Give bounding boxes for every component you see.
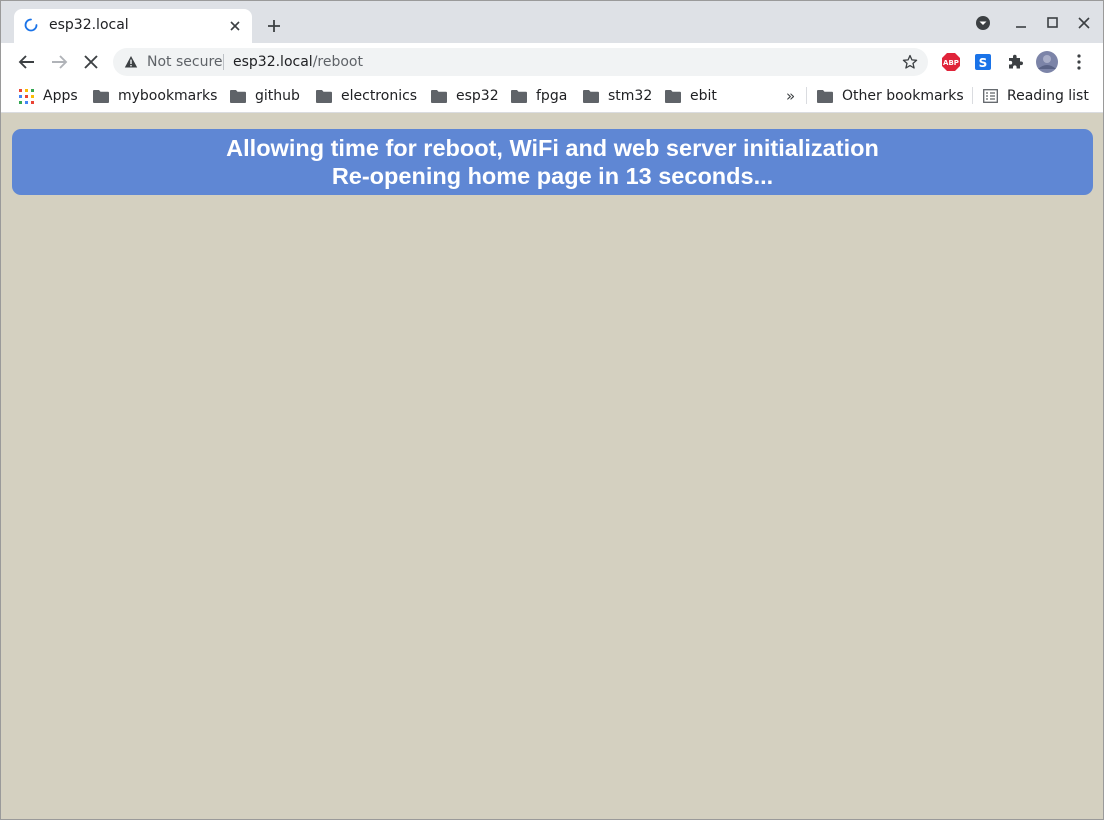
loading-spinner-icon [24, 18, 38, 32]
folder-icon [230, 89, 246, 103]
bookmark-label: mybookmarks [118, 88, 218, 104]
back-icon[interactable] [16, 51, 38, 73]
address-bar[interactable]: Not secure esp32.local/reboot [113, 48, 928, 76]
reading-list-label: Reading list [1007, 88, 1089, 104]
s-extension-icon[interactable]: S [973, 52, 993, 72]
bookmark-folder-mybookmarks[interactable]: mybookmarks [93, 82, 217, 110]
bookmark-label: esp32 [456, 88, 499, 104]
s-extension-label: S [979, 56, 988, 70]
bookmark-label: ebit [690, 88, 717, 104]
folder-icon [817, 89, 833, 103]
reboot-banner: Allowing time for reboot, WiFi and web s… [12, 129, 1093, 195]
minimize-icon[interactable] [1011, 13, 1031, 33]
bookmark-apps[interactable]: Apps [19, 82, 78, 110]
url-path: /reboot [312, 54, 363, 70]
bookmark-folder-stm32[interactable]: stm32 [583, 82, 652, 110]
menu-kebab-icon[interactable] [1069, 52, 1089, 72]
url-host: esp32.local [233, 54, 313, 70]
bookmark-folder-github[interactable]: github [230, 82, 300, 110]
banner-line-2: Re-opening home page in 13 seconds... [331, 163, 774, 189]
bookmarks-overflow-chevron[interactable]: » [786, 82, 795, 110]
bookmark-label: github [255, 88, 300, 104]
profile-avatar-icon[interactable] [1035, 50, 1059, 74]
bookmark-label: fpga [536, 88, 568, 104]
tab-title: esp32.local [49, 17, 129, 33]
banner-line-1: Allowing time for reboot, WiFi and web s… [226, 135, 879, 161]
folder-icon [511, 89, 527, 103]
folder-icon [665, 89, 681, 103]
bookmark-folder-ebit[interactable]: ebit [665, 82, 717, 110]
toolbar: Not secure esp32.local/reboot ABP S [1, 43, 1103, 81]
adblock-plus-icon[interactable]: ABP [941, 52, 961, 72]
abp-label: ABP [943, 59, 959, 67]
folder-icon [583, 89, 599, 103]
tab-esp32[interactable]: esp32.local [14, 9, 252, 43]
stop-loading-icon[interactable] [80, 51, 102, 73]
bookmarks-separator [806, 87, 807, 104]
forward-icon[interactable] [48, 51, 70, 73]
folder-icon [431, 89, 447, 103]
bookmark-star-icon[interactable] [902, 54, 918, 70]
bookmark-label: Other bookmarks [842, 88, 964, 104]
folder-icon [93, 89, 109, 103]
tab-strip: esp32.local [1, 1, 1103, 43]
bookmark-folder-other[interactable]: Other bookmarks [817, 82, 964, 110]
page-content: Allowing time for reboot, WiFi and web s… [1, 113, 1103, 819]
browser-window: esp32.local Not secure esp32.local/reboo… [0, 0, 1104, 820]
bookmark-folder-electronics[interactable]: electronics [316, 82, 417, 110]
bookmarks-bar: Apps mybookmarks github electronics esp3… [1, 81, 1103, 113]
close-window-icon[interactable] [1074, 13, 1094, 33]
maximize-icon[interactable] [1043, 13, 1063, 33]
bookmark-apps-label: Apps [43, 88, 78, 104]
security-label[interactable]: Not secure [147, 54, 223, 70]
apps-grid-icon [19, 88, 34, 104]
address-separator [223, 54, 224, 70]
reading-list-button[interactable]: Reading list [983, 82, 1089, 110]
new-tab-icon[interactable] [264, 16, 284, 36]
tab-search-icon[interactable] [973, 13, 993, 33]
tab-close-icon[interactable] [227, 18, 243, 34]
bookmarks-separator [972, 87, 973, 104]
url-text[interactable]: esp32.local/reboot [233, 54, 363, 70]
warning-icon[interactable] [124, 55, 138, 69]
bookmark-label: electronics [341, 88, 418, 104]
bookmark-folder-esp32[interactable]: esp32 [431, 82, 499, 110]
reading-list-icon [983, 89, 998, 103]
bookmark-folder-fpga[interactable]: fpga [511, 82, 567, 110]
bookmark-label: stm32 [608, 88, 653, 104]
folder-icon [316, 89, 332, 103]
extensions-puzzle-icon[interactable] [1005, 52, 1025, 72]
